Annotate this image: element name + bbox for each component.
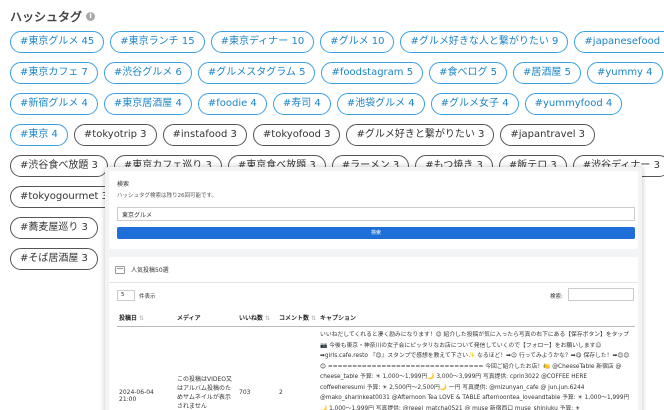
hashtag-chip[interactable]: #寿司 4 [272, 93, 331, 115]
hashtag-chip[interactable]: #グルメ女子 4 [430, 93, 519, 115]
table-filter-input[interactable] [568, 288, 634, 301]
hashtag-chip[interactable]: #東京グルメ 45 [10, 31, 105, 53]
hashtag-chip[interactable]: #渋谷食べ放題 3 [10, 155, 108, 177]
tag-row: #東京カフェ 7 #渋谷グルメ 6 #グルメスタグラム 5 #foodstagram … [10, 62, 663, 84]
cell-media-link[interactable]: この投稿はVIDEO又はアルバム投稿のためサムネイルが表示されません [175, 327, 237, 410]
hashtag-chip[interactable]: #japanesefood 8 [574, 31, 664, 53]
results-header: 人気投稿50選 [115, 265, 169, 274]
tag-row: #東京グルメ 45 #東京ランチ 15 #東京ディナー 10 #グルメ 10 #グルメ好… [10, 31, 664, 53]
divider [109, 282, 638, 283]
hashtag-chip[interactable]: #tokyotrip 3 [73, 124, 157, 146]
search-card-title: 検索 [117, 181, 130, 188]
hashtag-chip[interactable]: #tokyogourmet 3 [10, 186, 118, 208]
hashtag-chip[interactable]: #新宿グルメ 4 [10, 93, 98, 115]
info-icon[interactable]: i [86, 12, 96, 21]
hashtag-chip[interactable]: #東京ランチ 15 [110, 31, 205, 53]
popular-posts-table: 投稿日 ⇅ メディア いいね数 ⇅ コメント数 ⇅ キャプション 2024-06-04… [117, 309, 635, 410]
column-header-likes[interactable]: いいね数 ⇅ [237, 309, 277, 327]
hashtag-chip[interactable]: #東京 4 [10, 124, 68, 146]
page-length-select[interactable]: 5 [117, 290, 135, 301]
hashtag-section-title: ハッシュタグ i [10, 8, 96, 25]
search-popup: 検索 ハッシュタグ検索は残り26回可能です。 検索 人気投稿50選 5 件表示 … [105, 167, 642, 410]
hashtag-chip[interactable]: #グルメ 10 [320, 31, 395, 53]
hashtag-search-card: 検索 ハッシュタグ検索は残り26回可能です。 検索 [109, 171, 638, 249]
section-title-text: ハッシュタグ [10, 10, 83, 24]
hashtag-chip[interactable]: #居酒屋 5 [513, 62, 581, 84]
hashtag-chip[interactable]: #渋谷グルメ 6 [103, 62, 192, 84]
hashtag-chip[interactable]: #東京居酒屋 4 [103, 93, 192, 115]
tag-row: #新宿グルメ 4 #東京居酒屋 4 #foodie 4 #寿司 4 #池袋グルメ 4 #グ… [10, 93, 660, 115]
hashtag-chip[interactable]: #instafood 3 [162, 124, 247, 146]
column-header-comments[interactable]: コメント数 ⇅ [277, 309, 319, 327]
column-header-media[interactable]: メディア [175, 309, 237, 327]
cell-date: 2024-06-04 21:00 [119, 389, 154, 403]
hashtag-chip[interactable]: #蕎麦屋巡り 3 [10, 217, 98, 239]
chart-icon [115, 265, 125, 274]
results-heading: 人気投稿50選 [131, 267, 169, 274]
cell-likes: 703 [239, 389, 251, 396]
cell-caption: いいねだしてくれると凄く励みになります！😊 紹介した投稿が気に入ったら写真の右下… [320, 332, 630, 410]
hashtag-chip[interactable]: #グルメ好きと繋がりたい 3 [346, 124, 495, 146]
table-filter-label: 検索: [550, 294, 563, 300]
hashtag-chip[interactable]: #池袋グルメ 4 [336, 93, 425, 115]
popular-posts-card: 人気投稿50選 5 件表示 検索: 投稿日 ⇅ メディア いいね数 ⇅ コメント数 ⇅… [109, 257, 638, 410]
table-row: 2024-06-04 21:00 この投稿はVIDEO又はアルバム投稿のためサム… [117, 327, 635, 410]
column-header-caption[interactable]: キャプション [318, 309, 635, 327]
hashtag-chip[interactable]: #foodstagram 5 [321, 62, 424, 84]
hashtag-chip[interactable]: #foodie 4 [197, 93, 267, 115]
hashtag-chip[interactable]: #yummyfood 4 [524, 93, 623, 115]
table-header-row: 投稿日 ⇅ メディア いいね数 ⇅ コメント数 ⇅ キャプション [117, 309, 635, 327]
search-remaining-note: ハッシュタグ検索は残り26回可能です。 [117, 193, 217, 199]
hashtag-chip[interactable]: #グルメ好きな人と繋がりたい 9 [400, 31, 569, 53]
hashtag-chip[interactable]: #東京ディナー 10 [210, 31, 315, 53]
hashtag-search-input[interactable] [117, 207, 635, 221]
page-length-label: 件表示 [139, 294, 156, 300]
hashtag-chip[interactable]: #yummy 4 [586, 62, 663, 84]
hashtag-chip[interactable]: #japantravel 3 [500, 124, 596, 146]
hashtag-chip[interactable]: #そば居酒屋 3 [10, 248, 98, 270]
search-button[interactable]: 検索 [117, 227, 635, 239]
hashtag-chip[interactable]: #tokyofood 3 [252, 124, 341, 146]
hashtag-chip[interactable]: #食べログ 5 [429, 62, 508, 84]
column-header-date[interactable]: 投稿日 ⇅ [117, 309, 175, 327]
cell-comments: 2 [279, 389, 283, 396]
tag-row: #東京 4 #tokyotrip 3 #instafood 3 #tokyofood … [10, 124, 660, 146]
hashtag-chip[interactable]: #グルメスタグラム 5 [197, 62, 316, 84]
hashtag-chip[interactable]: #東京カフェ 7 [10, 62, 98, 84]
